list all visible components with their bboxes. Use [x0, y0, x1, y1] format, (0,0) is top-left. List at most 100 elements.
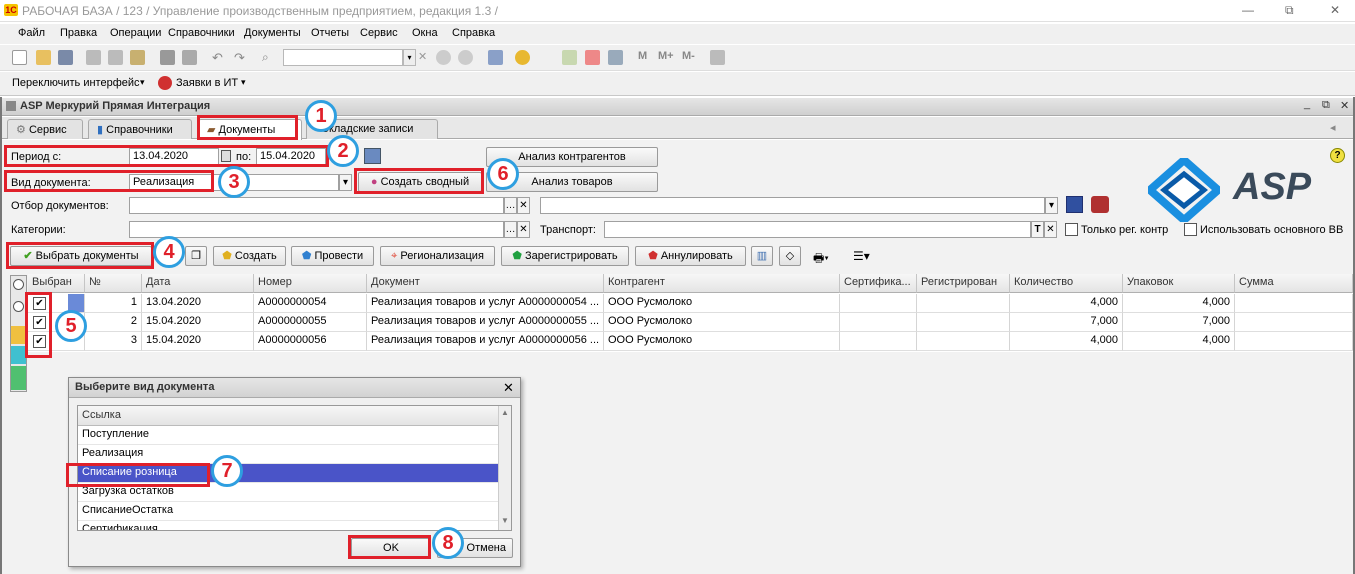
search-dropdown-icon[interactable]: ▾ [403, 49, 416, 66]
menu-reports[interactable]: Отчеты [311, 27, 349, 39]
annul-button[interactable]: ⬟ Аннулировать [635, 246, 746, 266]
col-quantity[interactable]: Количество [1010, 274, 1123, 293]
search-icon[interactable]: ⌕ [262, 50, 277, 65]
mode-radio-icon[interactable] [13, 279, 24, 290]
switch-interface-button[interactable]: Переключить интерфейс [12, 77, 140, 89]
mode-radio-icon[interactable] [13, 301, 24, 312]
docfilter-dropdown-icon[interactable]: ▾ [1045, 197, 1058, 214]
post-button[interactable]: ⬟ Провести [291, 246, 374, 266]
col-certification[interactable]: Сертифика... [840, 274, 917, 293]
docfilter-select-icon[interactable]: … [504, 197, 517, 214]
print-menu-icon[interactable]: 🖶▾ [813, 249, 829, 270]
redo-icon[interactable]: ↷ [234, 50, 249, 65]
docfilter-clear-icon[interactable]: ✕ [517, 197, 530, 214]
only-reg-checkbox[interactable] [1065, 223, 1078, 236]
calculator-icon[interactable] [562, 50, 577, 65]
docfilter-value-input[interactable] [540, 197, 1045, 214]
col-number-index[interactable]: № [85, 274, 142, 293]
menu-catalogs[interactable]: Справочники [168, 27, 235, 39]
save-icon[interactable] [58, 50, 73, 65]
help-icon[interactable]: ? [1330, 148, 1345, 163]
categories-select-icon[interactable]: … [504, 221, 517, 238]
print-icon[interactable] [160, 50, 175, 65]
find-next-icon[interactable] [436, 50, 451, 65]
col-selected[interactable]: Выбран [28, 274, 85, 293]
tab-service[interactable]: ⚙ Сервис [7, 119, 83, 139]
dialog-close-icon[interactable]: ✕ [503, 380, 514, 396]
list-item[interactable]: Поступление [78, 426, 498, 445]
categories-clear-icon[interactable]: ✕ [517, 221, 530, 238]
requests-dropdown-icon[interactable]: ▾ [241, 77, 246, 88]
new-icon[interactable] [12, 50, 27, 65]
preview-icon[interactable] [182, 50, 197, 65]
col-registered[interactable]: Регистрирован [917, 274, 1010, 293]
form-close-button[interactable]: ✕ [1340, 99, 1349, 112]
paste-icon[interactable] [130, 50, 145, 65]
categories-input[interactable] [129, 221, 504, 238]
calendar-icon[interactable] [585, 50, 600, 65]
doctype-dropdown-icon[interactable]: ▾ [339, 174, 352, 191]
regionalize-button[interactable]: ⌖ Регионализация [380, 246, 495, 266]
row-document[interactable]: Реализация товаров и услуг А0000000054 .… [367, 294, 604, 313]
close-window-button[interactable]: ✕ [1330, 3, 1340, 17]
col-date[interactable]: Дата [142, 274, 254, 293]
copy-icon[interactable] [108, 50, 123, 65]
minimize-button[interactable]: — [1242, 3, 1254, 17]
col-counterparty[interactable]: Контрагент [604, 274, 840, 293]
search-input[interactable] [283, 49, 403, 66]
list-item[interactable]: Сертификация [78, 521, 498, 530]
eraser-button[interactable]: ◇ [779, 246, 801, 266]
search-clear-icon[interactable]: ✕ [418, 50, 433, 65]
transport-input[interactable] [604, 221, 1031, 238]
it-requests-button[interactable]: Заявки в ИТ [176, 77, 238, 89]
row-document[interactable]: Реализация товаров и услуг А0000000056 .… [367, 332, 604, 351]
menu-edit[interactable]: Правка [60, 27, 97, 39]
menu-help[interactable]: Справка [452, 27, 495, 39]
menu-file[interactable]: Файл [18, 27, 45, 39]
create-button[interactable]: ⬟ Создать [213, 246, 286, 266]
period-select-icon[interactable] [364, 148, 381, 164]
transport-text-icon[interactable]: T [1031, 221, 1044, 238]
copy-button[interactable]: ❐ [185, 246, 207, 266]
save-filter-icon[interactable] [1066, 196, 1083, 213]
register-button[interactable]: ⬟ Зарегистрировать [501, 246, 629, 266]
form-restore-button[interactable]: ⧉ [1322, 99, 1330, 112]
tab-catalogs[interactable]: ▮ Справочники [88, 119, 192, 139]
col-packs[interactable]: Упаковок [1123, 274, 1235, 293]
info-icon[interactable] [515, 50, 530, 65]
col-number[interactable]: Номер [254, 274, 367, 293]
cut-icon[interactable] [86, 50, 101, 65]
menu-service[interactable]: Сервис [360, 27, 398, 39]
list-scrollbar[interactable]: ▲ ▼ [498, 406, 511, 530]
col-document[interactable]: Документ [367, 274, 604, 293]
docfilter-input[interactable] [129, 197, 504, 214]
use-main-checkbox[interactable] [1184, 223, 1197, 236]
trash-button[interactable]: ▥ [751, 246, 773, 266]
users-icon[interactable] [608, 50, 623, 65]
open-icon[interactable] [36, 50, 51, 65]
switch-dropdown-icon[interactable]: ▾ [140, 77, 145, 88]
form-minimize-button[interactable]: _ [1304, 98, 1310, 110]
list-header[interactable]: Ссылка [78, 406, 498, 426]
scroll-up-icon[interactable]: ▲ [501, 408, 509, 417]
list-item[interactable]: Реализация [78, 445, 498, 464]
transport-clear-icon[interactable]: ✕ [1044, 221, 1057, 238]
row-document[interactable]: Реализация товаров и услуг А0000000055 .… [367, 313, 604, 332]
col-sum[interactable]: Сумма [1235, 274, 1353, 293]
find-prev-icon[interactable] [458, 50, 473, 65]
tools-icon[interactable] [710, 50, 725, 65]
windows-icon[interactable] [488, 50, 503, 65]
undo-icon[interactable]: ↶ [212, 50, 227, 65]
menu-documents[interactable]: Документы [244, 27, 301, 39]
menu-operations[interactable]: Операции [110, 27, 161, 39]
memory-plus-icon[interactable]: M+ [658, 50, 680, 65]
menu-windows[interactable]: Окна [412, 27, 438, 39]
tab-scroll-icon[interactable]: ◂ [1330, 121, 1336, 134]
delete-filter-icon[interactable] [1091, 196, 1109, 213]
memory-minus-icon[interactable]: M- [682, 50, 704, 65]
list-menu-icon[interactable]: ☰▾ [853, 249, 870, 263]
maximize-button[interactable]: ⧉ [1285, 3, 1294, 18]
list-item[interactable]: СписаниеОстатка [78, 502, 498, 521]
memory-m-icon[interactable]: M [638, 50, 653, 65]
scroll-down-icon[interactable]: ▼ [501, 516, 509, 525]
